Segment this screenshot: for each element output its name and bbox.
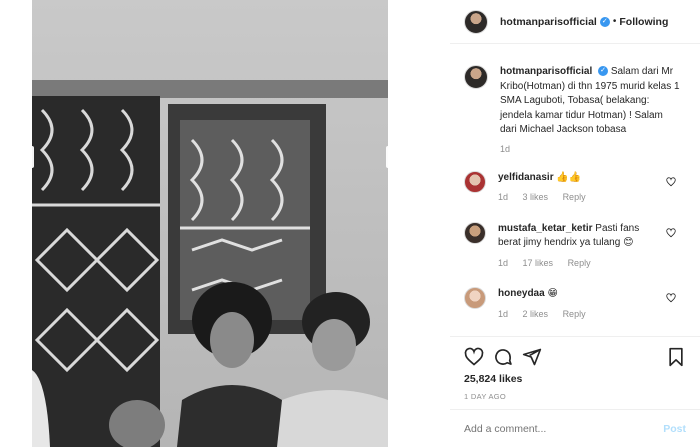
likes-count[interactable]: 25,824 likes — [464, 373, 522, 385]
caption-age: 1d — [500, 143, 511, 154]
caption-text: hotmanparisofficial ✓ Salam dari Mr Krib… — [500, 65, 680, 138]
avatar[interactable] — [464, 170, 486, 193]
following-button[interactable]: Following — [619, 16, 668, 28]
comment-item: yelfidanasir 👍👍 1d 3 likes Reply — [464, 170, 686, 205]
next-photo-arrow[interactable] — [386, 146, 391, 168]
heart-icon[interactable] — [666, 176, 676, 187]
comment-username[interactable]: honeydaa — [498, 288, 545, 299]
comment-icon[interactable] — [493, 347, 513, 367]
comment-username[interactable]: mustafa_ketar_ketir — [498, 223, 593, 234]
reply-button[interactable]: Reply — [563, 192, 586, 202]
heart-icon[interactable] — [666, 227, 676, 238]
comment-input[interactable] — [464, 423, 664, 435]
post-sidebar: hotmanparisofficial ✓ • Following hotman… — [450, 0, 700, 447]
share-icon[interactable] — [522, 347, 542, 367]
post-actions: 25,824 likes 1 DAY AGO Post — [450, 336, 700, 447]
post-photo-pane — [0, 0, 450, 447]
comments-list[interactable]: hotmanparisofficial ✓ Salam dari Mr Krib… — [450, 45, 700, 335]
comment-item: mustafa_ketar_ketir Pasti fans berat jim… — [464, 221, 686, 271]
verified-icon: ✓ — [598, 66, 609, 77]
comment-likes[interactable]: 2 likes — [523, 309, 549, 319]
post-photo[interactable] — [32, 0, 388, 447]
post-time[interactable]: 1 DAY AGO — [464, 392, 506, 401]
comment-text: 👍👍 — [556, 171, 582, 183]
heart-icon[interactable] — [464, 347, 484, 367]
header-username[interactable]: hotmanparisofficial — [500, 16, 597, 28]
avatar[interactable] — [464, 9, 488, 34]
reply-button[interactable]: Reply — [563, 309, 586, 319]
avatar[interactable] — [464, 221, 486, 244]
comment-text: 😁 — [547, 288, 558, 299]
post-button[interactable]: Post — [663, 423, 686, 435]
caption-username[interactable]: hotmanparisofficial — [500, 66, 592, 77]
avatar[interactable] — [464, 65, 488, 89]
comment-likes[interactable]: 3 likes — [523, 192, 549, 202]
avatar[interactable] — [464, 287, 486, 309]
comment-item: honeydaa 😁 1d 2 likes Reply — [464, 287, 686, 321]
add-comment-bar: Post — [450, 409, 700, 447]
caption: hotmanparisofficial ✓ Salam dari Mr Krib… — [464, 65, 686, 138]
reply-button[interactable]: Reply — [568, 258, 591, 268]
header-separator: • — [612, 16, 617, 27]
comment-username[interactable]: yelfidanasir — [498, 172, 554, 183]
heart-icon[interactable] — [666, 293, 676, 303]
previous-photo-arrow[interactable] — [29, 146, 34, 168]
post-header: hotmanparisofficial ✓ • Following — [450, 0, 700, 44]
comment-age: 1d — [498, 308, 509, 319]
comment-likes[interactable]: 17 likes — [523, 258, 554, 268]
comment-age: 1d — [498, 192, 509, 202]
comment-age: 1d — [498, 257, 509, 268]
photo-letterbox-left — [0, 0, 32, 447]
bookmark-icon[interactable] — [666, 347, 686, 367]
photo-letterbox-right — [388, 0, 450, 447]
verified-icon: ✓ — [599, 16, 610, 27]
